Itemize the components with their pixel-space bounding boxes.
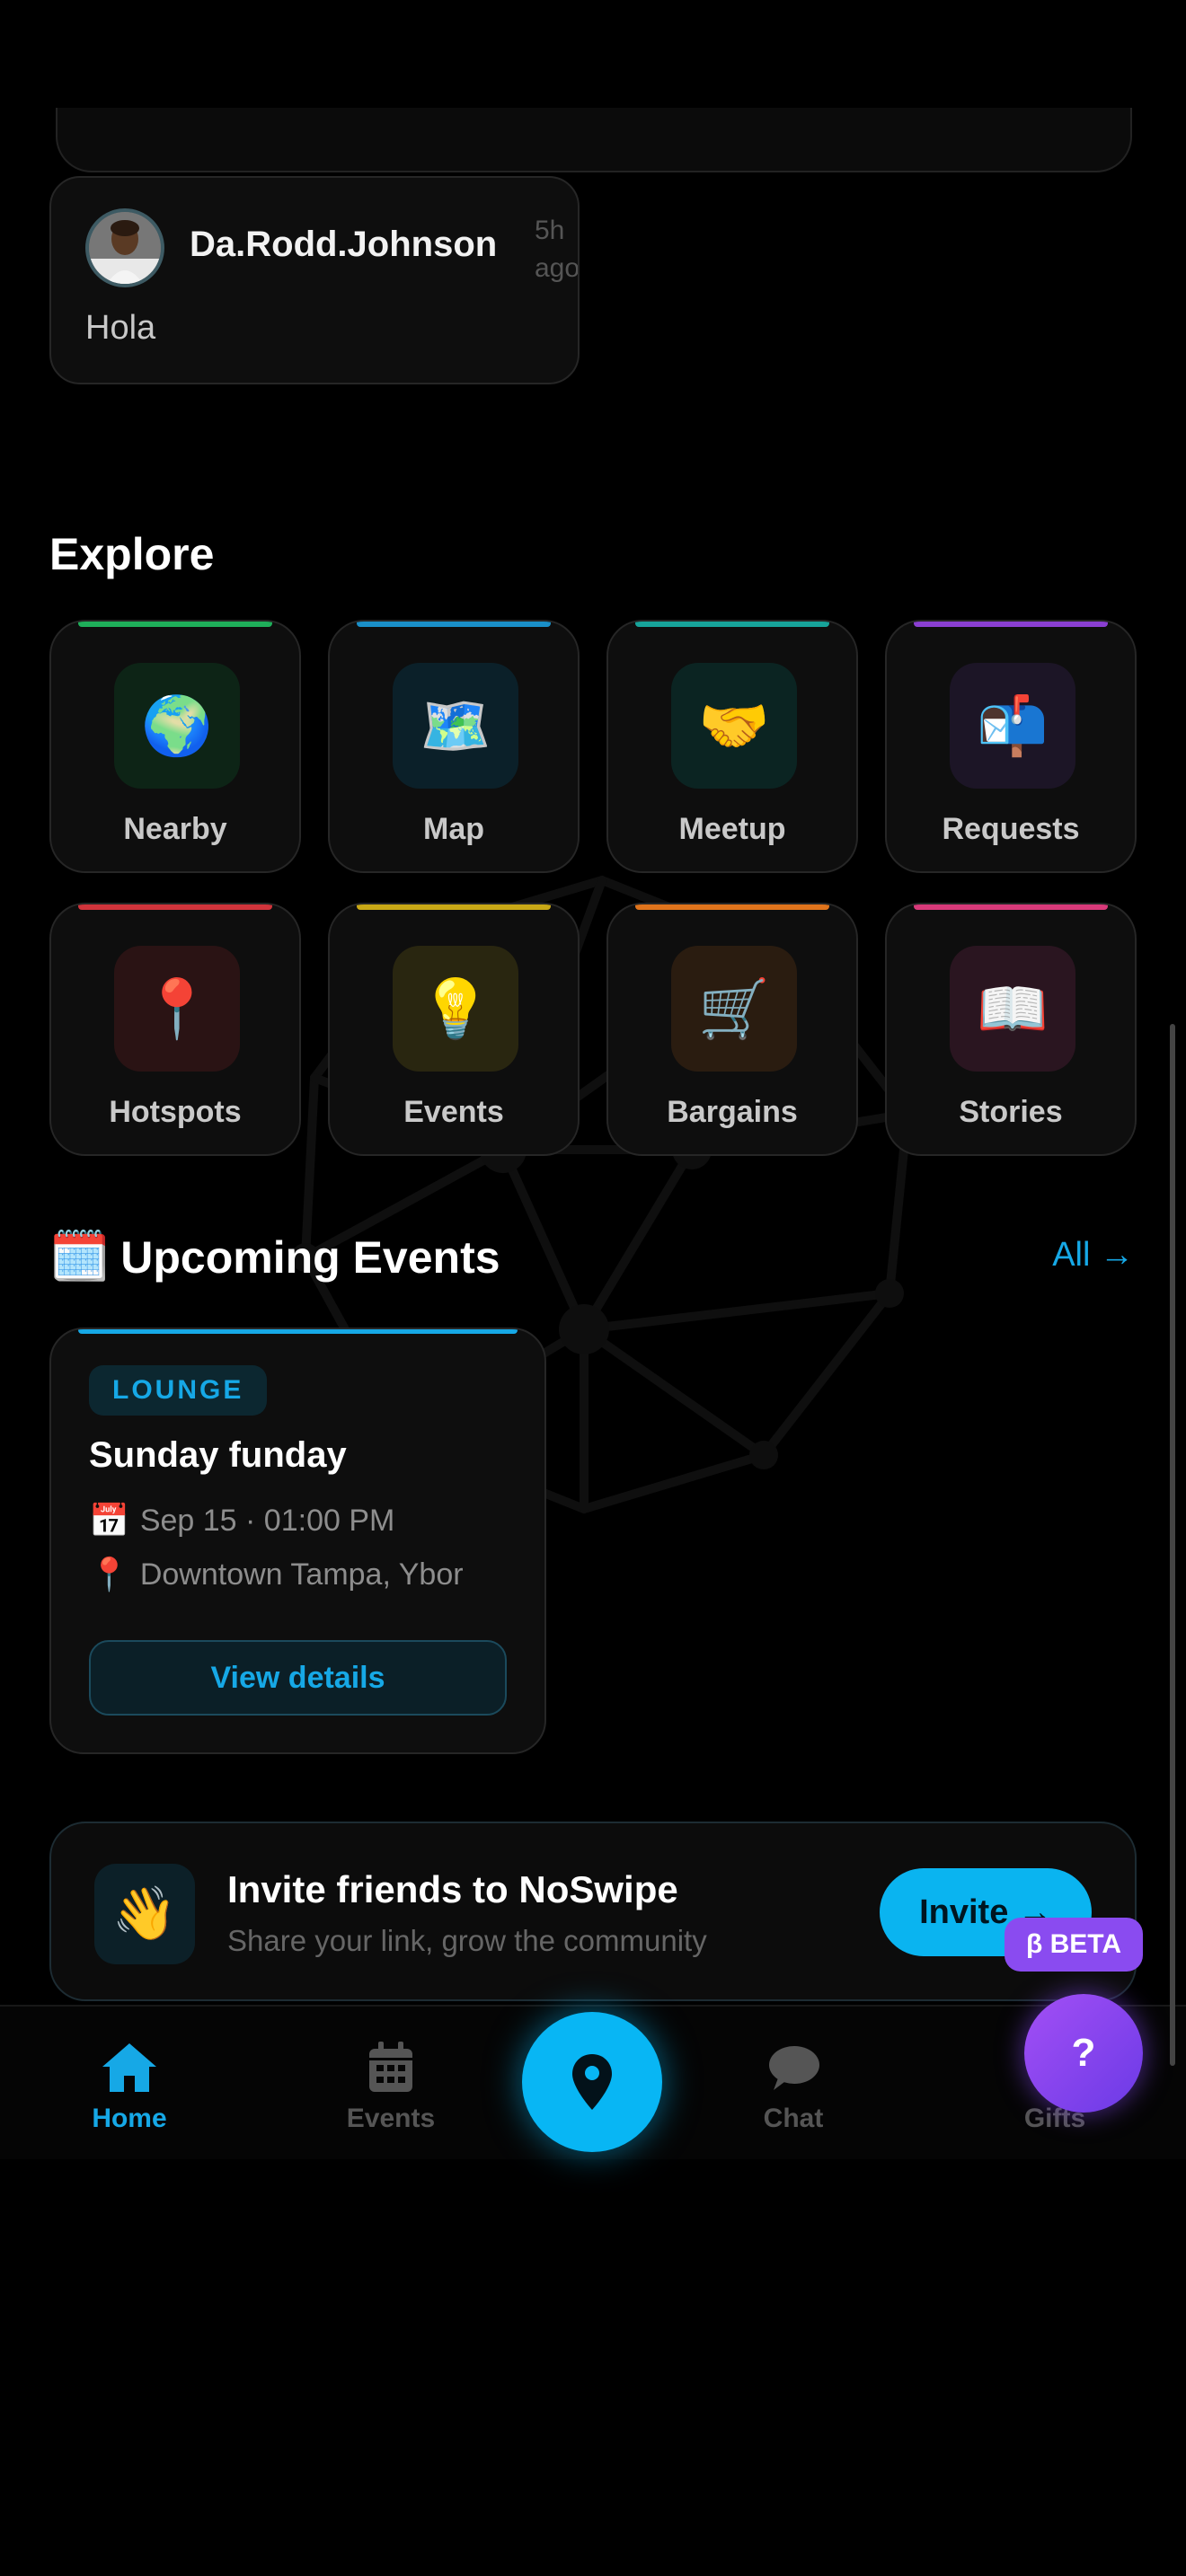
calendar-icon: 🗓️	[49, 1230, 111, 1284]
invite-subtitle: Share your link, grow the community	[227, 1924, 707, 1957]
explore-tile-nearby[interactable]: 🌍 Nearby	[49, 620, 301, 873]
calendar-icon	[310, 2039, 472, 2096]
event-category-badge: LOUNGE	[89, 1365, 268, 1416]
event-card[interactable]: LOUNGE Sunday funday 📅 Sep 15 · 01:00 PM…	[49, 1328, 546, 1754]
waving-hand-icon: 👋	[94, 1864, 195, 1964]
nav-chat-label: Chat	[763, 2104, 824, 2133]
chat-bubble-icon	[712, 2039, 874, 2096]
event-location-row: 📍 Downtown Tampa, Ybor	[89, 1556, 464, 1593]
beta-badge: β BETA	[1005, 1918, 1143, 1972]
book-icon: 📖	[950, 946, 1075, 1072]
tile-accent-bar	[78, 622, 272, 627]
explore-tile-hotspots[interactable]: 📍 Hotspots	[49, 903, 301, 1156]
explore-tile-meetup[interactable]: 🤝 Meetup	[606, 620, 858, 873]
tile-label: Events	[403, 1095, 504, 1129]
app-screen: Da.Rodd.Johnson 5h ago Hola Explore 🌍 Ne…	[0, 0, 1186, 2576]
nav-events[interactable]: Events	[310, 2039, 472, 2134]
upcoming-events-title: Upcoming Events	[120, 1231, 500, 1283]
map-pin-action-button[interactable]	[522, 2012, 662, 2152]
explore-tile-events[interactable]: 💡 Events	[328, 903, 580, 1156]
event-title: Sunday funday	[89, 1435, 347, 1475]
tile-accent-bar	[357, 622, 551, 627]
tile-accent-bar	[635, 904, 829, 910]
avatar-image	[89, 212, 161, 284]
tile-accent-bar	[635, 622, 829, 627]
nav-chat[interactable]: Chat	[712, 2039, 874, 2134]
explore-tile-map[interactable]: 🗺️ Map	[328, 620, 580, 873]
tile-accent-bar	[914, 622, 1108, 627]
event-date-row: 📅 Sep 15 · 01:00 PM	[89, 1502, 394, 1539]
help-button[interactable]: ?	[1024, 1994, 1143, 2113]
all-events-link[interactable]: All →	[1052, 1236, 1134, 1275]
tile-label: Nearby	[123, 812, 227, 846]
scrollbar[interactable]	[1170, 1024, 1175, 2066]
tile-label: Requests	[942, 812, 1080, 846]
avatar[interactable]	[85, 208, 164, 287]
invite-title: Invite friends to NoSwipe	[227, 1868, 678, 1910]
previous-card-edge	[56, 108, 1132, 172]
pushpin-icon: 📍	[114, 946, 240, 1072]
explore-title: Explore	[49, 529, 215, 579]
nav-gifts-label: Gifts	[1023, 2104, 1086, 2133]
tile-label: Bargains	[667, 1095, 798, 1129]
explore-tile-bargains[interactable]: 🛒 Bargains	[606, 903, 858, 1156]
location-pin-icon	[572, 2054, 612, 2110]
invite-banner: 👋 Invite friends to NoSwipe Share your l…	[49, 1822, 1137, 2001]
nav-home[interactable]: Home	[49, 2039, 210, 2134]
tile-label: Stories	[959, 1095, 1063, 1129]
tile-accent-bar	[78, 904, 272, 910]
explore-tile-requests[interactable]: 📬 Requests	[885, 620, 1137, 873]
event-location: Downtown Tampa, Ybor	[139, 1557, 464, 1592]
view-details-button[interactable]: View details	[89, 1640, 507, 1716]
comment-username[interactable]: Da.Rodd.Johnson	[190, 225, 497, 265]
cart-icon: 🛒	[671, 946, 797, 1072]
comment-text: Hola	[85, 309, 156, 347]
handshake-icon: 🤝	[671, 663, 797, 789]
upcoming-events-header: 🗓️ Upcoming Events	[49, 1229, 500, 1285]
tile-label: Meetup	[678, 812, 786, 846]
event-date: Sep 15 · 01:00 PM	[139, 1503, 395, 1538]
tile-accent-bar	[914, 904, 1108, 910]
explore-tile-stories[interactable]: 📖 Stories	[885, 903, 1137, 1156]
globe-icon: 🌍	[114, 663, 240, 789]
nav-events-label: Events	[346, 2104, 436, 2133]
tile-label: Map	[423, 812, 484, 846]
lightbulb-icon: 💡	[393, 946, 518, 1072]
home-icon	[49, 2039, 210, 2096]
calendar-icon: 📅	[89, 1502, 129, 1539]
nav-home-label: Home	[92, 2104, 167, 2133]
comment-card[interactable]: Da.Rodd.Johnson 5h ago Hola	[49, 176, 580, 384]
mailbox-icon: 📬	[950, 663, 1075, 789]
tile-label: Hotspots	[109, 1095, 242, 1129]
comment-timestamp: 5h ago	[535, 216, 580, 283]
pin-icon: 📍	[89, 1556, 129, 1592]
event-accent-bar	[78, 1329, 518, 1334]
tile-accent-bar	[357, 904, 551, 910]
map-icon: 🗺️	[393, 663, 518, 789]
